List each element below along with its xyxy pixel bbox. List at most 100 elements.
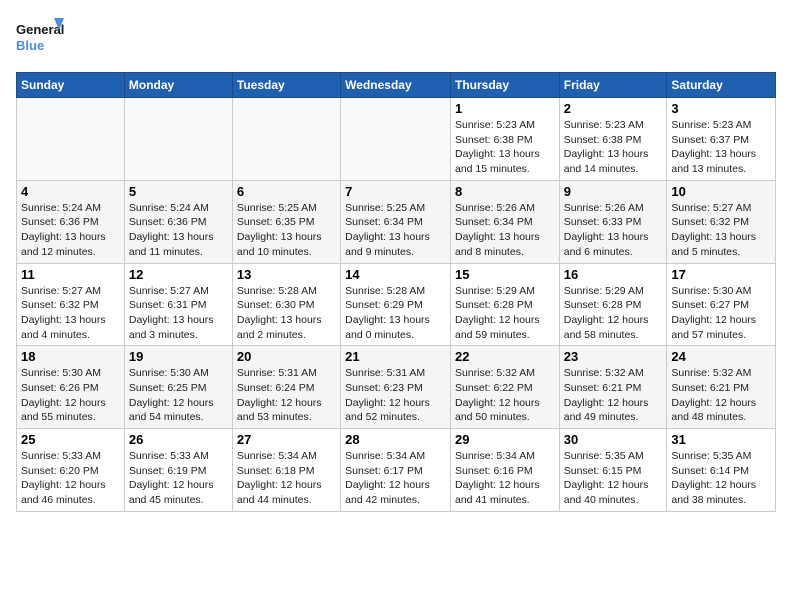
cell-content: Sunrise: 5:35 AM Sunset: 6:15 PM Dayligh…: [564, 449, 663, 508]
cell-content: Sunrise: 5:25 AM Sunset: 6:35 PM Dayligh…: [237, 201, 336, 260]
week-row-5: 25 Sunrise: 5:33 AM Sunset: 6:20 PM Dayli…: [17, 429, 776, 512]
calendar-body: 1 Sunrise: 5:23 AM Sunset: 6:38 PM Daylig…: [17, 98, 776, 512]
calendar-cell: 30 Sunrise: 5:35 AM Sunset: 6:15 PM Dayli…: [559, 429, 667, 512]
day-number: 13: [237, 267, 336, 282]
cell-content: Sunrise: 5:34 AM Sunset: 6:17 PM Dayligh…: [345, 449, 446, 508]
day-number: 26: [129, 432, 228, 447]
cell-content: Sunrise: 5:24 AM Sunset: 6:36 PM Dayligh…: [129, 201, 228, 260]
day-number: 21: [345, 349, 446, 364]
calendar-cell: 6Sunrise: 5:25 AM Sunset: 6:35 PM Daylig…: [232, 180, 340, 263]
calendar-cell: [232, 98, 340, 181]
day-number: 31: [671, 432, 771, 447]
cell-content: Sunrise: 5:30 AM Sunset: 6:27 PM Dayligh…: [671, 284, 771, 343]
day-number: 22: [455, 349, 555, 364]
calendar-cell: 7 Sunrise: 5:25 AM Sunset: 6:34 PM Daylig…: [341, 180, 451, 263]
cell-content: Sunrise: 5:23 AM Sunset: 6:38 PM Dayligh…: [564, 118, 663, 177]
cell-content: Sunrise: 5:33 AM Sunset: 6:19 PM Dayligh…: [129, 449, 228, 508]
cell-content: Sunrise: 5:25 AM Sunset: 6:34 PM Dayligh…: [345, 201, 446, 260]
cell-content: Sunrise: 5:31 AM Sunset: 6:23 PM Dayligh…: [345, 366, 446, 425]
calendar-cell: 22 Sunrise: 5:32 AM Sunset: 6:22 PM Dayli…: [450, 346, 559, 429]
cell-content: Sunrise: 5:26 AM Sunset: 6:34 PM Dayligh…: [455, 201, 555, 260]
day-number: 12: [129, 267, 228, 282]
header-thursday: Thursday: [450, 73, 559, 98]
cell-content: Sunrise: 5:27 AM Sunset: 6:32 PM Dayligh…: [21, 284, 120, 343]
cell-content: Sunrise: 5:35 AM Sunset: 6:14 PM Dayligh…: [671, 449, 771, 508]
day-number: 20: [237, 349, 336, 364]
header-sunday: Sunday: [17, 73, 125, 98]
cell-content: Sunrise: 5:26 AM Sunset: 6:33 PM Dayligh…: [564, 201, 663, 260]
day-number: 28: [345, 432, 446, 447]
day-number: 5: [129, 184, 228, 199]
calendar-cell: 2 Sunrise: 5:23 AM Sunset: 6:38 PM Daylig…: [559, 98, 667, 181]
week-row-3: 11 Sunrise: 5:27 AM Sunset: 6:32 PM Dayli…: [17, 263, 776, 346]
logo-svg: General Blue: [16, 16, 66, 60]
cell-content: Sunrise: 5:28 AM Sunset: 6:30 PM Dayligh…: [237, 284, 336, 343]
calendar-cell: 9 Sunrise: 5:26 AM Sunset: 6:33 PM Daylig…: [559, 180, 667, 263]
calendar-cell: 10Sunrise: 5:27 AM Sunset: 6:32 PM Dayli…: [667, 180, 776, 263]
calendar-table: SundayMondayTuesdayWednesdayThursdayFrid…: [16, 72, 776, 512]
calendar-cell: 16 Sunrise: 5:29 AM Sunset: 6:28 PM Dayli…: [559, 263, 667, 346]
calendar-cell: 15 Sunrise: 5:29 AM Sunset: 6:28 PM Dayli…: [450, 263, 559, 346]
day-number: 2: [564, 101, 663, 116]
header-wednesday: Wednesday: [341, 73, 451, 98]
calendar-cell: 21 Sunrise: 5:31 AM Sunset: 6:23 PM Dayli…: [341, 346, 451, 429]
calendar-cell: 18 Sunrise: 5:30 AM Sunset: 6:26 PM Dayli…: [17, 346, 125, 429]
calendar-cell: 23Sunrise: 5:32 AM Sunset: 6:21 PM Dayli…: [559, 346, 667, 429]
calendar-cell: 14Sunrise: 5:28 AM Sunset: 6:29 PM Dayli…: [341, 263, 451, 346]
day-number: 16: [564, 267, 663, 282]
header-row: SundayMondayTuesdayWednesdayThursdayFrid…: [17, 73, 776, 98]
day-number: 3: [671, 101, 771, 116]
day-number: 9: [564, 184, 663, 199]
calendar-cell: 17 Sunrise: 5:30 AM Sunset: 6:27 PM Dayli…: [667, 263, 776, 346]
calendar-cell: 13 Sunrise: 5:28 AM Sunset: 6:30 PM Dayli…: [232, 263, 340, 346]
week-row-4: 18 Sunrise: 5:30 AM Sunset: 6:26 PM Dayli…: [17, 346, 776, 429]
day-number: 11: [21, 267, 120, 282]
day-number: 27: [237, 432, 336, 447]
calendar-cell: 19 Sunrise: 5:30 AM Sunset: 6:25 PM Dayli…: [124, 346, 232, 429]
week-row-1: 1 Sunrise: 5:23 AM Sunset: 6:38 PM Daylig…: [17, 98, 776, 181]
cell-content: Sunrise: 5:31 AM Sunset: 6:24 PM Dayligh…: [237, 366, 336, 425]
day-number: 15: [455, 267, 555, 282]
cell-content: Sunrise: 5:33 AM Sunset: 6:20 PM Dayligh…: [21, 449, 120, 508]
cell-content: Sunrise: 5:27 AM Sunset: 6:32 PM Dayligh…: [671, 201, 771, 260]
calendar-cell: 11 Sunrise: 5:27 AM Sunset: 6:32 PM Dayli…: [17, 263, 125, 346]
calendar-cell: 3 Sunrise: 5:23 AM Sunset: 6:37 PM Daylig…: [667, 98, 776, 181]
day-number: 29: [455, 432, 555, 447]
page-header: General Blue: [16, 16, 776, 60]
day-number: 8: [455, 184, 555, 199]
cell-content: Sunrise: 5:32 AM Sunset: 6:22 PM Dayligh…: [455, 366, 555, 425]
cell-content: Sunrise: 5:23 AM Sunset: 6:37 PM Dayligh…: [671, 118, 771, 177]
day-number: 18: [21, 349, 120, 364]
header-tuesday: Tuesday: [232, 73, 340, 98]
calendar-cell: 12 Sunrise: 5:27 AM Sunset: 6:31 PM Dayli…: [124, 263, 232, 346]
cell-content: Sunrise: 5:30 AM Sunset: 6:25 PM Dayligh…: [129, 366, 228, 425]
cell-content: Sunrise: 5:32 AM Sunset: 6:21 PM Dayligh…: [564, 366, 663, 425]
calendar-cell: 27Sunrise: 5:34 AM Sunset: 6:18 PM Dayli…: [232, 429, 340, 512]
day-number: 30: [564, 432, 663, 447]
calendar-cell: [124, 98, 232, 181]
svg-text:Blue: Blue: [16, 38, 44, 53]
day-number: 1: [455, 101, 555, 116]
calendar-cell: 8 Sunrise: 5:26 AM Sunset: 6:34 PM Daylig…: [450, 180, 559, 263]
day-number: 17: [671, 267, 771, 282]
week-row-2: 4Sunrise: 5:24 AM Sunset: 6:36 PM Daylig…: [17, 180, 776, 263]
calendar-cell: 28 Sunrise: 5:34 AM Sunset: 6:17 PM Dayli…: [341, 429, 451, 512]
calendar-cell: 26 Sunrise: 5:33 AM Sunset: 6:19 PM Dayli…: [124, 429, 232, 512]
calendar-header: SundayMondayTuesdayWednesdayThursdayFrid…: [17, 73, 776, 98]
calendar-cell: [341, 98, 451, 181]
calendar-cell: [17, 98, 125, 181]
calendar-cell: 5 Sunrise: 5:24 AM Sunset: 6:36 PM Daylig…: [124, 180, 232, 263]
calendar-cell: 29Sunrise: 5:34 AM Sunset: 6:16 PM Dayli…: [450, 429, 559, 512]
header-monday: Monday: [124, 73, 232, 98]
cell-content: Sunrise: 5:29 AM Sunset: 6:28 PM Dayligh…: [564, 284, 663, 343]
cell-content: Sunrise: 5:30 AM Sunset: 6:26 PM Dayligh…: [21, 366, 120, 425]
cell-content: Sunrise: 5:23 AM Sunset: 6:38 PM Dayligh…: [455, 118, 555, 177]
day-number: 19: [129, 349, 228, 364]
cell-content: Sunrise: 5:28 AM Sunset: 6:29 PM Dayligh…: [345, 284, 446, 343]
calendar-cell: 25 Sunrise: 5:33 AM Sunset: 6:20 PM Dayli…: [17, 429, 125, 512]
cell-content: Sunrise: 5:29 AM Sunset: 6:28 PM Dayligh…: [455, 284, 555, 343]
day-number: 7: [345, 184, 446, 199]
cell-content: Sunrise: 5:27 AM Sunset: 6:31 PM Dayligh…: [129, 284, 228, 343]
cell-content: Sunrise: 5:24 AM Sunset: 6:36 PM Dayligh…: [21, 201, 120, 260]
day-number: 25: [21, 432, 120, 447]
